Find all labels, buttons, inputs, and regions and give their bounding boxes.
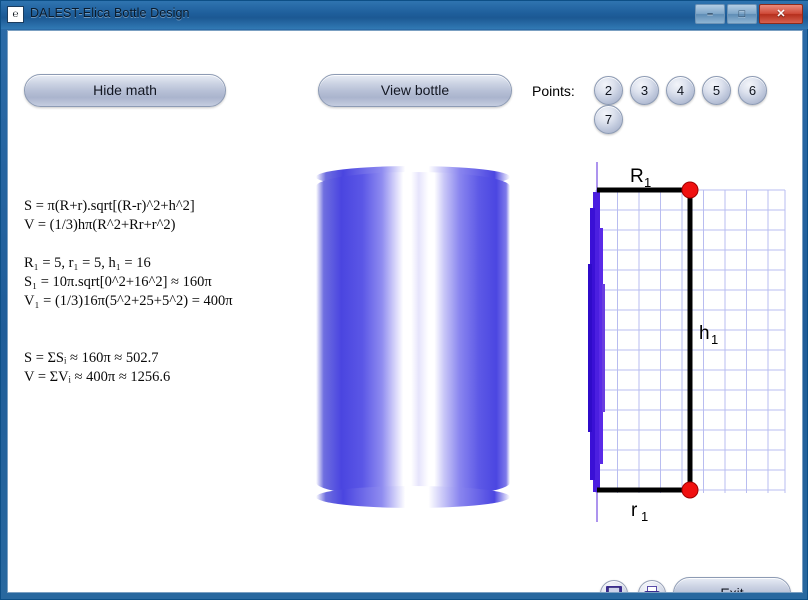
hide-math-label: Hide math [93, 82, 157, 98]
label-top-radius: R [630, 166, 644, 187]
formula-surface-area: S = π(R+r).sqrt[(R-r)^2+h^2] [24, 198, 195, 214]
profile-editor[interactable]: R 1 h 1 r 1 [568, 156, 803, 526]
total-volume: V = ΣVᵢ ≈ 400π ≈ 1256.6 [24, 369, 171, 385]
exit-label: Exit [720, 585, 744, 593]
label-height-subscript: 1 [711, 332, 718, 347]
app-icon: ℮ [7, 6, 24, 23]
formula-volume: V = (1/3)hπ(R^2+Rr+r^2) [24, 217, 176, 233]
points-option-3[interactable]: 3 [630, 76, 659, 105]
math-spacer-3 [24, 330, 294, 349]
cylinder-body [316, 172, 510, 497]
math-panel: S = π(R+r).sqrt[(R-r)^2+h^2] V = (1/3)hπ… [24, 197, 294, 387]
client-area: Hide math View bottle Points: 2 3 4 5 6 7 S =… [7, 30, 803, 593]
points-selector: 2 3 4 5 6 7 [594, 76, 802, 134]
top-control-point[interactable] [681, 181, 699, 199]
close-button[interactable]: ✕ [759, 4, 803, 24]
points-option-5[interactable]: 5 [702, 76, 731, 105]
math-spacer-1 [24, 235, 294, 254]
math-spacer-2 [24, 311, 294, 330]
minimize-icon: – [706, 8, 714, 20]
hide-math-button[interactable]: Hide math [24, 74, 226, 107]
minimize-button[interactable]: – [695, 4, 725, 24]
maximize-button[interactable]: □ [727, 4, 757, 24]
maximize-icon: □ [738, 8, 746, 20]
segment-volume: V₁ = (1/3)16π(5^2+25+5^2) = 400π [24, 293, 233, 309]
label-bottom-radius-subscript: 1 [641, 509, 648, 524]
view-bottle-button[interactable]: View bottle [318, 74, 512, 107]
total-surface-area: S = ΣSᵢ ≈ 160π ≈ 502.7 [24, 350, 159, 366]
points-option-4[interactable]: 4 [666, 76, 695, 105]
save-icon [606, 586, 622, 592]
label-height: h [699, 323, 710, 344]
bottom-control-point[interactable] [681, 481, 699, 499]
points-option-6[interactable]: 6 [738, 76, 767, 105]
revolved-solid-edge-view [588, 192, 605, 492]
points-label: Points: [532, 83, 575, 99]
segment-surface-area: S₁ = 10π.sqrt[0^2+16^2] ≈ 160π [24, 274, 212, 290]
points-option-2[interactable]: 2 [594, 76, 623, 105]
profile-editor-canvas[interactable]: R 1 h 1 r 1 [568, 156, 803, 526]
profile-outline[interactable] [597, 187, 693, 493]
print-button[interactable] [638, 580, 666, 592]
label-top-radius-subscript: 1 [644, 175, 651, 190]
bottle-3d-preview[interactable] [304, 164, 522, 508]
points-option-7[interactable]: 7 [594, 105, 623, 134]
close-icon: ✕ [776, 8, 786, 20]
title-bar[interactable]: ℮ DALEST-Elica Bottle Design – □ ✕ [1, 1, 808, 29]
save-button[interactable] [600, 580, 628, 592]
application-window: ℮ DALEST-Elica Bottle Design – □ ✕ Hide … [0, 0, 808, 600]
print-icon [644, 586, 660, 592]
label-bottom-radius: r [631, 500, 638, 521]
view-bottle-label: View bottle [380, 82, 450, 98]
segment-dimensions: R₁ = 5, r₁ = 5, h₁ = 16 [24, 255, 151, 271]
exit-button[interactable]: Exit [673, 577, 791, 593]
window-title: DALEST-Elica Bottle Design [30, 6, 190, 20]
cylinder-bottom-cap [316, 486, 510, 508]
